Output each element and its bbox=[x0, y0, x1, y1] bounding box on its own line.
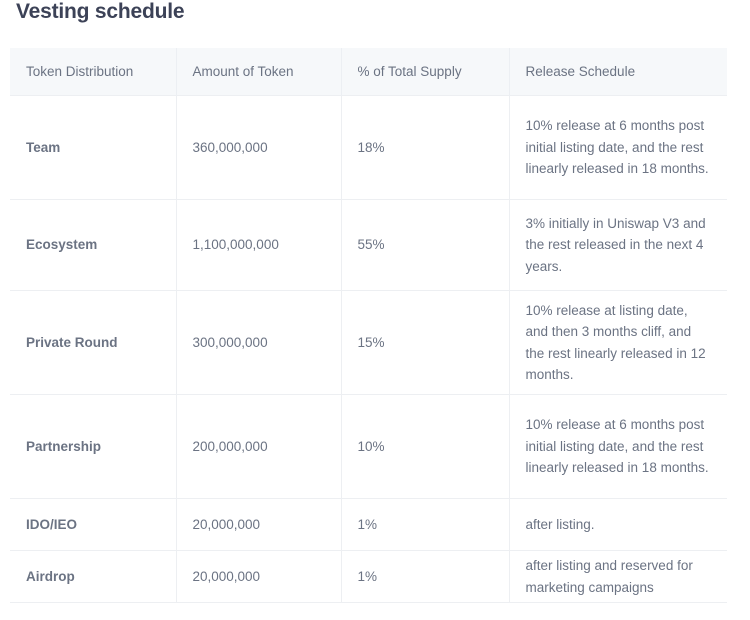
cell-amount: 360,000,000 bbox=[176, 96, 341, 200]
cell-percent: 55% bbox=[341, 200, 509, 291]
column-header-release-schedule[interactable]: Release Schedule bbox=[509, 48, 727, 96]
cell-percent: 18% bbox=[341, 96, 509, 200]
cell-distribution: Private Round bbox=[10, 291, 176, 395]
page-title: Vesting schedule bbox=[16, 0, 184, 27]
cell-schedule: 10% release at listing date, and then 3 … bbox=[509, 291, 727, 395]
cell-distribution: IDO/IEO bbox=[10, 499, 176, 551]
column-header-percent-of-total-supply[interactable]: % of Total Supply bbox=[341, 48, 509, 96]
cell-amount: 300,000,000 bbox=[176, 291, 341, 395]
cell-distribution: Team bbox=[10, 96, 176, 200]
cell-schedule: 3% initially in Uniswap V3 and the rest … bbox=[509, 200, 727, 291]
cell-percent: 15% bbox=[341, 291, 509, 395]
cell-percent: 1% bbox=[341, 499, 509, 551]
cell-percent: 10% bbox=[341, 395, 509, 499]
vesting-table-container: Token Distribution Amount of Token % of … bbox=[10, 48, 727, 603]
table-row: IDO/IEO 20,000,000 1% after listing. bbox=[10, 499, 727, 551]
table-header: Token Distribution Amount of Token % of … bbox=[10, 48, 727, 96]
cell-schedule: after listing. bbox=[509, 499, 727, 551]
column-header-amount-of-token[interactable]: Amount of Token bbox=[176, 48, 341, 96]
column-header-token-distribution[interactable]: Token Distribution bbox=[10, 48, 176, 96]
table-row: Partnership 200,000,000 10% 10% release … bbox=[10, 395, 727, 499]
cell-schedule: 10% release at 6 months post initial lis… bbox=[509, 96, 727, 200]
cell-schedule: 10% release at 6 months post initial lis… bbox=[509, 395, 727, 499]
table-header-row: Token Distribution Amount of Token % of … bbox=[10, 48, 727, 96]
cell-amount: 1,100,000,000 bbox=[176, 200, 341, 291]
cell-distribution: Ecosystem bbox=[10, 200, 176, 291]
table-row: Team 360,000,000 18% 10% release at 6 mo… bbox=[10, 96, 727, 200]
table-body: Team 360,000,000 18% 10% release at 6 mo… bbox=[10, 96, 727, 603]
vesting-schedule-page: Vesting schedule Token Distribution Amou… bbox=[0, 0, 750, 620]
table-row: Airdrop 20,000,000 1% after listing and … bbox=[10, 551, 727, 603]
cell-percent: 1% bbox=[341, 551, 509, 603]
cell-amount: 20,000,000 bbox=[176, 499, 341, 551]
cell-amount: 200,000,000 bbox=[176, 395, 341, 499]
cell-distribution: Airdrop bbox=[10, 551, 176, 603]
cell-schedule: after listing and reserved for marketing… bbox=[509, 551, 727, 603]
cell-distribution: Partnership bbox=[10, 395, 176, 499]
cell-amount: 20,000,000 bbox=[176, 551, 341, 603]
table-row: Ecosystem 1,100,000,000 55% 3% initially… bbox=[10, 200, 727, 291]
vesting-schedule-table: Token Distribution Amount of Token % of … bbox=[10, 48, 727, 603]
table-row: Private Round 300,000,000 15% 10% releas… bbox=[10, 291, 727, 395]
